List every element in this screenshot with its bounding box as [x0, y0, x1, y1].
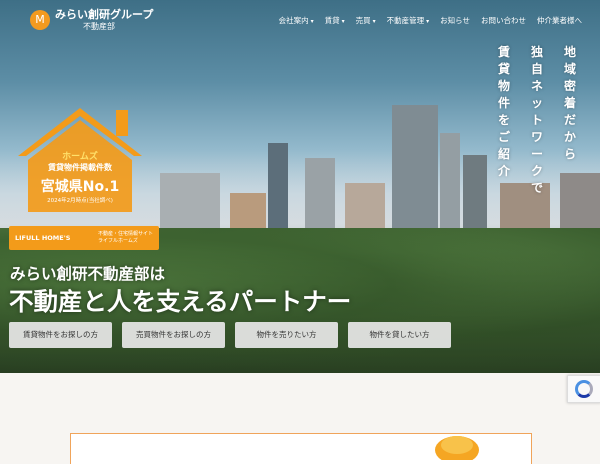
nav-item-sale[interactable]: 売買 ▾: [356, 15, 376, 26]
main-nav: 会社案内 ▾ 賃貸 ▾ 売買 ▾ 不動産管理 ▾ お知らせ お問い合わせ 仲介業者様へ: [268, 15, 582, 26]
cta-buttons: 賃貸物件をお探しの方 売買物件をお探しの方 物件を売りたい方 物件を貸したい方: [9, 322, 461, 348]
lower-section: [0, 373, 600, 464]
mascot-icon: [435, 436, 479, 460]
find-rental-button[interactable]: 賃貸物件をお探しの方: [9, 322, 112, 348]
recaptcha-icon: [575, 380, 593, 398]
chevron-down-icon: ▾: [310, 18, 314, 25]
nav-item-brokers[interactable]: 仲介業者様へ: [537, 15, 582, 26]
tagline-col3: 賃貸物件をご紹介: [497, 45, 510, 178]
lease-property-button[interactable]: 物件を貸したい方: [348, 322, 451, 348]
chevron-down-icon: ▾: [372, 18, 376, 25]
chevron-down-icon: ▾: [426, 18, 430, 25]
logo-mark-icon: M: [30, 10, 50, 30]
homes-banner[interactable]: LIFULL HOME'S 不動産・住宅情報サイト ライフルホームズ: [9, 226, 159, 250]
tagline-col1: 地域密着だから: [563, 45, 576, 161]
homes-logo: LIFULL HOME'S: [15, 234, 71, 242]
brand-sub: 不動産部: [83, 22, 115, 31]
badge-line4: 2024年2月時点(当社調べ): [47, 198, 113, 204]
site-header: M みらい創研グループ 不動産部 会社案内 ▾ 賃貸 ▾ 売買 ▾ 不動産管理 ▾ お知…: [0, 0, 600, 40]
recaptcha-badge[interactable]: [567, 375, 600, 403]
chevron-down-icon: ▾: [341, 18, 345, 25]
badge-line2: 賃貸物件掲載件数: [48, 163, 112, 172]
logo-text: みらい創研グループ 不動産部: [55, 9, 153, 32]
tagline-col2: 独自ネットワークで: [530, 45, 543, 195]
brand-name: みらい創研グループ: [55, 8, 154, 21]
sell-property-button[interactable]: 物件を売りたい方: [235, 322, 338, 348]
site-logo[interactable]: M みらい創研グループ 不動産部: [30, 9, 153, 32]
badge-line3: 宮城県No.1: [40, 179, 120, 195]
badge-line1: ホームズ: [62, 152, 98, 162]
nav-item-rent[interactable]: 賃貸 ▾: [325, 15, 345, 26]
nav-item-management[interactable]: 不動産管理 ▾: [387, 15, 430, 26]
homes-sub: 不動産・住宅情報サイト ライフルホームズ: [97, 231, 153, 244]
hero-subtitle: みらい創研不動産部は: [10, 265, 166, 283]
nav-item-company[interactable]: 会社案内 ▾: [279, 15, 314, 26]
nav-item-contact[interactable]: お問い合わせ: [481, 15, 526, 26]
nav-item-news[interactable]: お知らせ: [440, 15, 470, 26]
hero-title: 不動産と人を支えるパートナー: [9, 287, 352, 316]
find-sale-button[interactable]: 売買物件をお探しの方: [122, 322, 225, 348]
homes-badge: ホームズ 賃貸物件掲載件数 宮城県No.1 2024年2月時点(当社調べ): [14, 104, 146, 214]
